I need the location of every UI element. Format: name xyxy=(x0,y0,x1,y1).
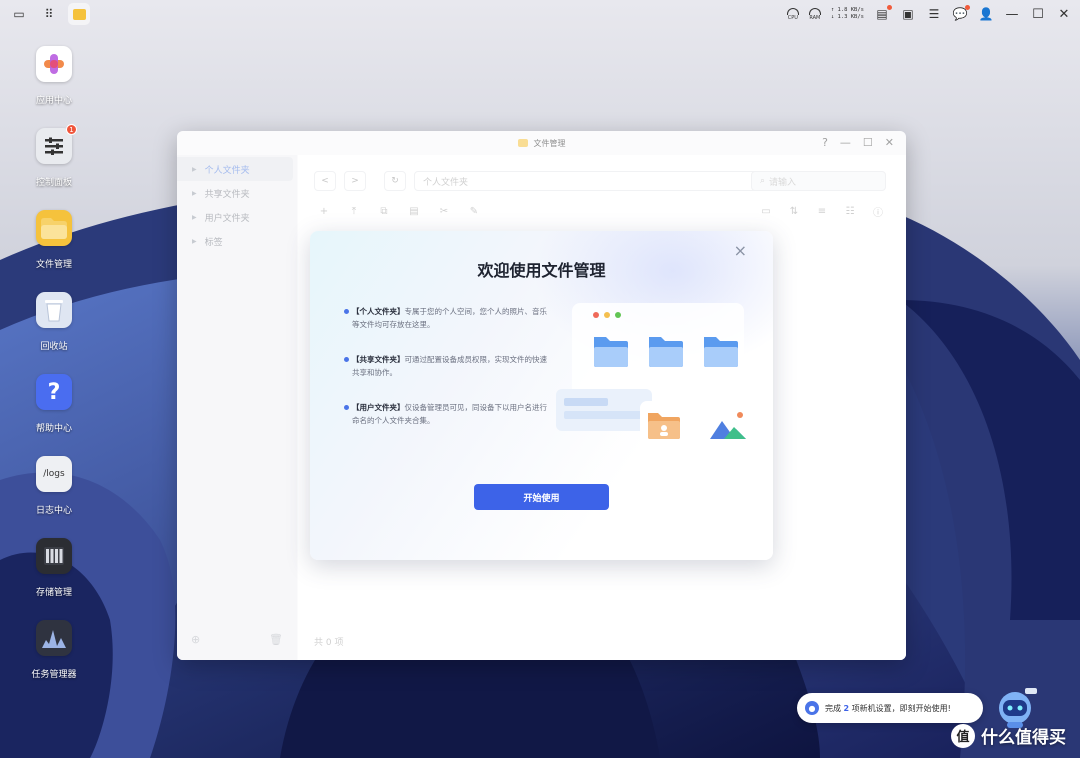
notification-icon[interactable]: ▤ xyxy=(874,5,892,22)
help-icon: ? xyxy=(36,374,72,410)
cpu-meter[interactable]: CPU xyxy=(786,7,799,21)
taskbar-file-manager-icon[interactable] xyxy=(68,3,90,25)
settings-sliders-icon[interactable]: ☰ xyxy=(926,6,942,22)
desktop-icons: 应用中心 1 控制面板 文件管理 回收站 ? 帮助中心 /logs 日志中心 存… xyxy=(18,46,90,702)
user-icon[interactable]: 👤 xyxy=(978,6,994,22)
control-panel-badge: 1 xyxy=(66,124,77,135)
desktop-icon-storage-manager[interactable]: 存储管理 xyxy=(18,538,90,620)
feature-shared: 【共享文件夹】可通过配置设备成员权限，实现文件的快速共享和协作。 xyxy=(344,353,549,379)
app-center-icon xyxy=(36,46,72,82)
desktop-icon-help-center[interactable]: ? 帮助中心 xyxy=(18,374,90,456)
control-panel-icon: 1 xyxy=(36,124,77,164)
desktop-icon-task-manager[interactable]: 任务管理器 xyxy=(18,620,90,702)
bell-icon: ● xyxy=(805,701,819,715)
maximize-icon[interactable]: ☐ xyxy=(1030,7,1046,22)
desktop-icon-file-manager[interactable]: 文件管理 xyxy=(18,210,90,292)
close-icon[interactable]: ✕ xyxy=(1056,7,1072,22)
logs-icon: /logs xyxy=(36,456,72,492)
watermark-logo: 值 xyxy=(951,723,975,748)
folder-icon xyxy=(36,210,72,246)
watermark: 值 什么值得买 xyxy=(951,723,1066,748)
toast-text: 完成 2 项新机设置，即刻开始使用! xyxy=(825,703,951,713)
start-button[interactable]: 开始使用 xyxy=(474,484,609,510)
message-icon[interactable]: 💬 xyxy=(952,5,970,22)
setup-toast[interactable]: ● 完成 2 项新机设置，即刻开始使用! xyxy=(797,693,983,723)
feature-list: 【个人文件夹】专属于您的个人空间，您个人的照片、音乐等文件均可存放在这里。 【共… xyxy=(344,305,549,449)
feature-user: 【用户文件夹】仅设备管理员可见，同设备下以用户名进行命名的个人文件夹合集。 xyxy=(344,401,549,427)
desktop-icon-recycle-bin[interactable]: 回收站 xyxy=(18,292,90,374)
task-manager-icon xyxy=(36,620,72,656)
network-speed: ↑ 1.8 KB/s ↓ 1.3 KB/s xyxy=(831,7,864,21)
download-speed: ↓ 1.3 KB/s xyxy=(830,14,864,20)
feature-personal: 【个人文件夹】专属于您的个人空间，您个人的照片、音乐等文件均可存放在这里。 xyxy=(344,305,549,331)
show-desktop-icon[interactable]: ▭ xyxy=(8,3,30,25)
watermark-text: 什么值得买 xyxy=(981,728,1066,748)
ram-meter[interactable]: RAM xyxy=(808,7,821,21)
desktop-icon-log-center[interactable]: /logs 日志中心 xyxy=(18,456,90,538)
minimize-icon[interactable]: — xyxy=(1004,7,1020,22)
storage-icon xyxy=(36,538,72,574)
app-grid-icon[interactable]: ⠿ xyxy=(38,3,60,25)
upload-speed: ↑ 1.8 KB/s xyxy=(830,7,864,13)
trash-icon xyxy=(36,292,72,328)
folders-illustration xyxy=(556,303,752,449)
desktop-icon-control-panel[interactable]: 1 控制面板 xyxy=(18,124,90,210)
dialog-title: 欢迎使用文件管理 xyxy=(477,261,606,280)
top-bar: ▭ ⠿ CPU RAM ↑ 1.8 KB/s ↓ 1.3 KB/s ▤ ▣ ☰ … xyxy=(0,0,1080,28)
monitor-icon[interactable]: ▣ xyxy=(900,6,916,22)
welcome-dialog: × 欢迎使用文件管理 【个人文件夹】专属于您的个人空间，您个人的照片、音乐等文件… xyxy=(310,231,773,560)
desktop-icon-app-center[interactable]: 应用中心 xyxy=(18,46,90,128)
